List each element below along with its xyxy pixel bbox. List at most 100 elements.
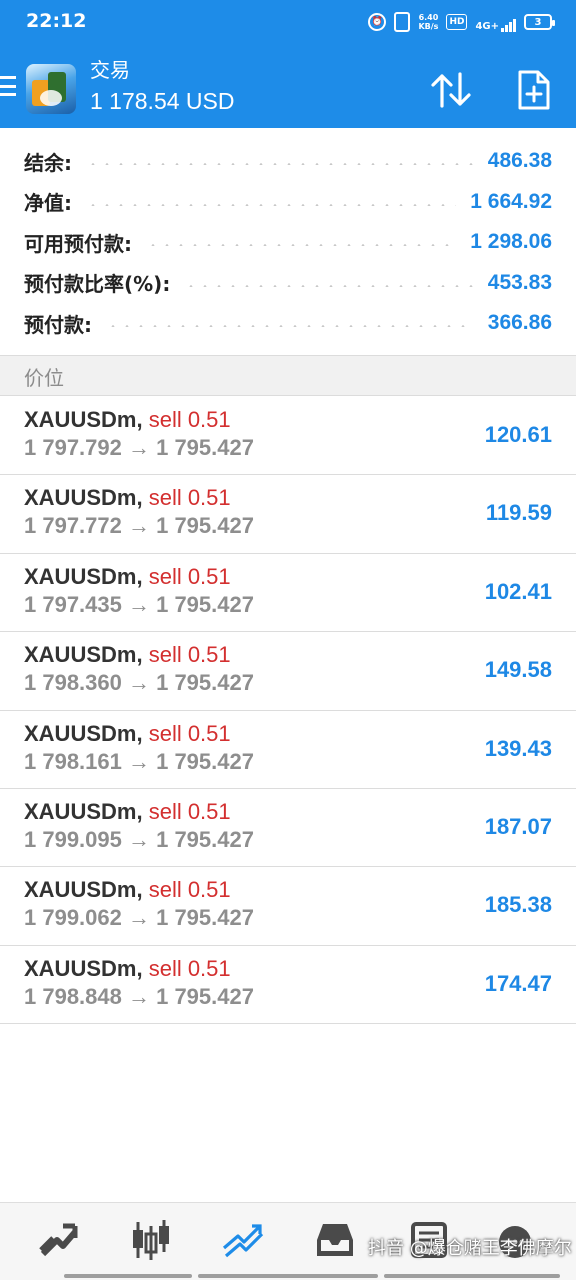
position-profit: 119.59: [485, 500, 552, 526]
hd-icon: HD: [446, 14, 468, 30]
nav-chart[interactable]: [126, 1217, 176, 1263]
account-summary: 结余: 486.38 净值: 1 664.92 可用预付款: 1 298.06 …: [0, 141, 576, 344]
status-icons: ⏰ 6.40 KB/s HD 4G+ 3: [368, 11, 555, 33]
equity-value: 1 664.92: [470, 189, 552, 213]
margin-level-label: 预付款比率(%):: [24, 272, 171, 297]
position-row[interactable]: XAUUSDm, sell 0.51 1 798.161 → 1 795.427…: [0, 711, 576, 789]
new-document-icon: [518, 70, 550, 110]
sort-icon: [431, 72, 471, 108]
trade-icon: [222, 1224, 264, 1258]
nav-indicator: [384, 1274, 560, 1278]
balance-value: 486.38: [487, 149, 552, 173]
nav-indicator: [198, 1274, 378, 1278]
app-title-block: 交易 1 178.54 USD: [90, 58, 234, 116]
position-row[interactable]: XAUUSDm, sell 0.51 1 798.360 → 1 795.427…: [0, 632, 576, 711]
position-profit: 187.07: [484, 813, 552, 839]
position-symbol: XAUUSDm,: [24, 485, 143, 511]
margin-label: 预付款:: [24, 312, 92, 337]
position-row[interactable]: XAUUSDm, sell 0.51 1 797.772 → 1 795.427…: [0, 475, 576, 554]
position-prices: 1 798.161 → 1 795.427: [24, 748, 254, 774]
summary-row-balance: 结余: 486.38: [0, 141, 576, 182]
network-speed-value: 6.40: [418, 13, 439, 22]
position-row[interactable]: XAUUSDm, sell 0.51 1 798.848 → 1 795.427…: [0, 946, 576, 1025]
position-symbol: XAUUSDm,: [24, 642, 143, 668]
nav-history[interactable]: [310, 1217, 360, 1263]
position-prices: 1 798.848 → 1 795.427: [24, 983, 254, 1009]
app-bar: 交易 1 178.54 USD: [0, 44, 576, 128]
position-prices: 1 797.792 → 1 795.427: [24, 435, 254, 460]
position-prices: 1 799.062 → 1 795.427: [24, 905, 254, 931]
position-title: XAUUSDm, sell 0.51: [24, 642, 231, 668]
battery-level: 3: [534, 16, 542, 28]
position-profit: 185.38: [484, 892, 552, 918]
positions-list: XAUUSDm, sell 0.51 1 797.792 → 1 795.427…: [0, 397, 576, 1025]
position-side: sell 0.51: [148, 642, 231, 668]
header-balance: 1 178.54 USD: [90, 88, 235, 114]
section-label: 价位: [24, 366, 64, 390]
position-side: sell 0.51: [148, 798, 231, 824]
section-header-price: 价位: [0, 355, 576, 396]
page-title: 交易: [90, 58, 130, 82]
battery-icon: 3: [524, 14, 555, 30]
position-title: XAUUSDm, sell 0.51: [24, 721, 231, 747]
position-side: sell 0.51: [148, 720, 231, 746]
nav-trade[interactable]: [218, 1217, 268, 1263]
position-symbol: XAUUSDm,: [24, 877, 143, 903]
network-type: 4G+: [475, 21, 499, 32]
balance-label: 结余:: [24, 150, 72, 175]
summary-row-equity: 净值: 1 664.92: [0, 182, 576, 223]
signal-bars: [501, 18, 516, 32]
header-bar: 22:12 ⏰ 6.40 KB/s HD 4G+ 3 交易 1 178.54 U…: [0, 0, 576, 128]
dotted-leader: [86, 203, 457, 206]
position-row[interactable]: XAUUSDm, sell 0.51 1 797.435 → 1 795.427…: [0, 554, 576, 633]
margin-value: 366.86: [487, 311, 552, 335]
chart-icon: [133, 1220, 169, 1260]
position-prices: 1 797.772 → 1 795.427: [24, 513, 254, 539]
sort-button[interactable]: [428, 70, 474, 110]
new-order-button[interactable]: [516, 68, 552, 112]
status-time: 22:12: [26, 10, 87, 32]
position-row[interactable]: XAUUSDm, sell 0.51 1 797.792 → 1 795.427…: [0, 397, 576, 476]
position-title: XAUUSDm, sell 0.51: [24, 877, 231, 903]
position-side: sell 0.51: [148, 485, 231, 511]
position-profit: 149.58: [484, 657, 552, 683]
position-prices: 1 798.360 → 1 795.427: [24, 670, 254, 696]
position-prices: 1 797.435 → 1 795.427: [24, 591, 254, 617]
position-prices: 1 799.095 → 1 795.427: [24, 826, 254, 852]
position-profit: 120.61: [484, 422, 552, 447]
status-bar: 22:12 ⏰ 6.40 KB/s HD 4G+ 3: [0, 0, 576, 44]
position-profit: 102.41: [484, 578, 552, 604]
dotted-leader: [184, 284, 474, 287]
position-title: XAUUSDm, sell 0.51: [24, 956, 231, 982]
position-profit: 174.47: [484, 970, 552, 996]
free-margin-label: 可用预付款:: [24, 231, 132, 256]
position-side: sell 0.51: [148, 955, 231, 981]
position-symbol: XAUUSDm,: [24, 563, 143, 589]
position-side: sell 0.51: [148, 563, 231, 589]
margin-level-value: 453.83: [487, 270, 552, 294]
nav-quotes[interactable]: [34, 1217, 84, 1263]
position-side: sell 0.51: [148, 877, 231, 903]
menu-icon[interactable]: [0, 76, 16, 96]
equity-label: 净值:: [24, 191, 72, 216]
position-row[interactable]: XAUUSDm, sell 0.51 1 799.062 → 1 795.427…: [0, 867, 576, 946]
free-margin-value: 1 298.06: [470, 230, 552, 254]
position-symbol: XAUUSDm,: [24, 955, 143, 981]
history-icon: [317, 1224, 353, 1256]
summary-row-margin: 预付款: 366.86: [0, 303, 576, 344]
position-title: XAUUSDm, sell 0.51: [24, 407, 231, 433]
position-profit: 139.43: [484, 735, 552, 761]
position-symbol: XAUUSDm,: [24, 407, 143, 432]
position-symbol: XAUUSDm,: [24, 720, 143, 746]
network-speed: 6.40 KB/s: [418, 12, 438, 32]
watermark: 抖音 @爆仓赌王李佛摩尔: [368, 1238, 572, 1259]
app-logo: [26, 64, 76, 114]
position-title: XAUUSDm, sell 0.51: [24, 799, 231, 825]
position-row[interactable]: XAUUSDm, sell 0.51 1 799.095 → 1 795.427…: [0, 789, 576, 868]
nav-indicator: [64, 1274, 192, 1278]
summary-row-margin-level: 预付款比率(%): 453.83: [0, 263, 576, 304]
position-side: sell 0.51: [148, 407, 231, 432]
quotes-icon: [39, 1223, 78, 1257]
position-title: XAUUSDm, sell 0.51: [24, 564, 231, 590]
position-title: XAUUSDm, sell 0.51: [24, 485, 231, 511]
